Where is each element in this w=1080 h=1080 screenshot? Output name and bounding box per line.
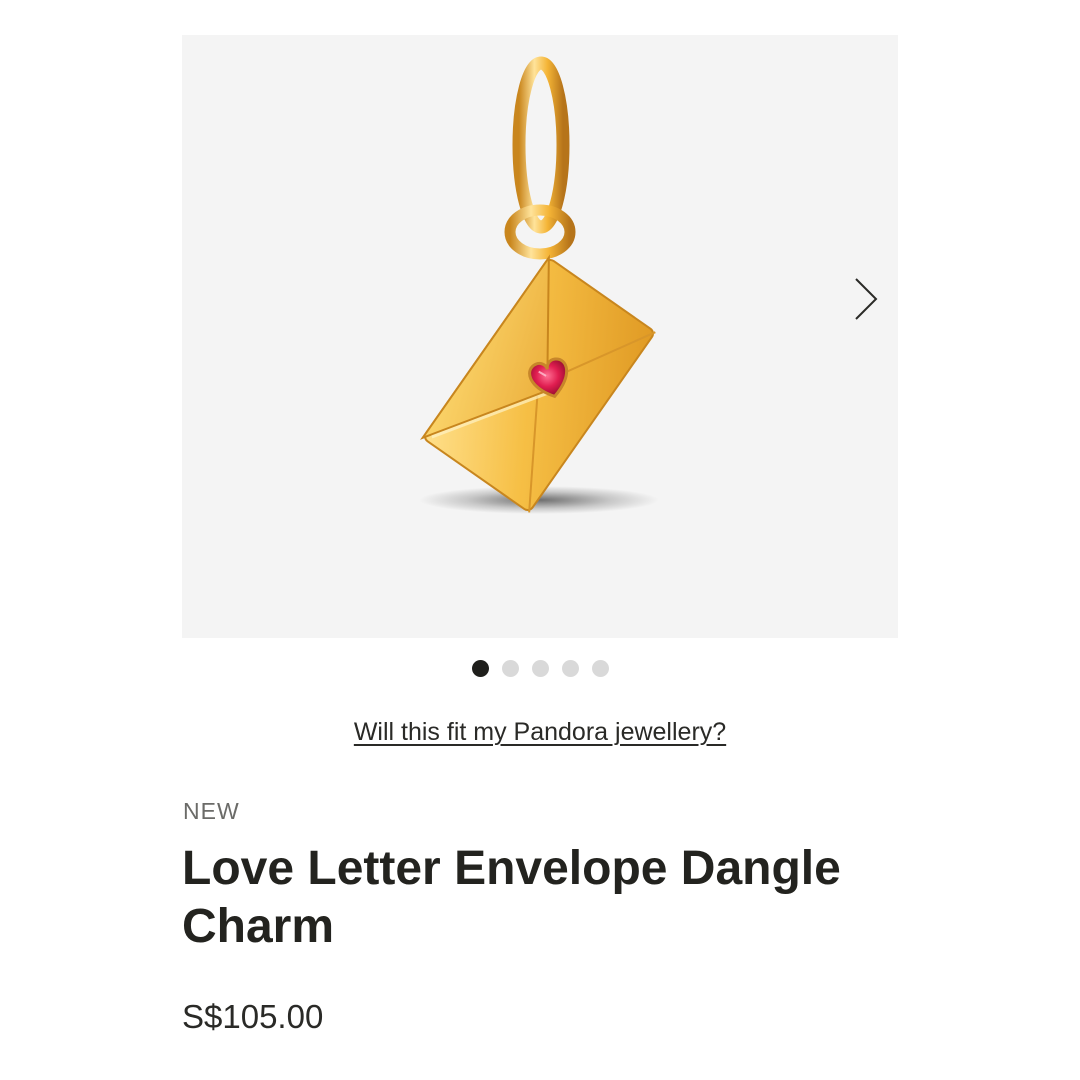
pagination-dot-3[interactable] (531, 660, 549, 677)
new-badge: NEW (183, 798, 240, 824)
product-image (419, 56, 659, 514)
chevron-right-icon[interactable] (846, 275, 886, 323)
gallery-pagination (0, 660, 1080, 678)
product-gallery[interactable] (182, 35, 898, 638)
product-price: S$105.00 (182, 998, 324, 1035)
fit-check-link[interactable]: Will this fit my Pandora jewellery? (0, 718, 1080, 747)
pagination-dot-1[interactable] (471, 660, 489, 677)
pagination-dot-2[interactable] (501, 660, 519, 677)
pagination-dot-5[interactable] (591, 660, 609, 677)
pagination-dot-4[interactable] (561, 660, 579, 677)
product-title: Love Letter Envelope Dangle Charm (182, 842, 841, 953)
